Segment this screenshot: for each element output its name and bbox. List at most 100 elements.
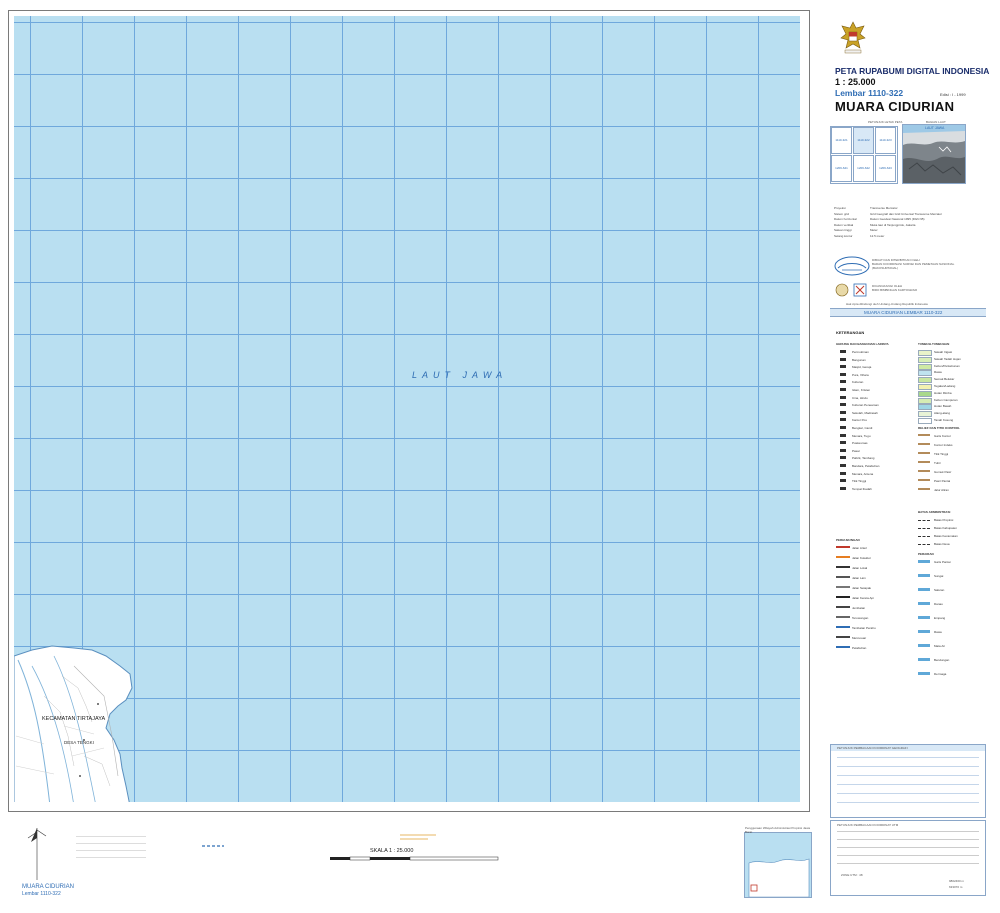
legend-col2d-item: Mata Air — [934, 644, 946, 648]
legend-symbol — [918, 644, 930, 647]
grid-line-vertical — [290, 16, 291, 802]
utm-zone: ZONE UTM : 48 — [841, 873, 863, 877]
legend-symbol — [918, 350, 932, 356]
legend-col2c-item: Batas Kabupaten — [934, 526, 958, 530]
grid-line-horizontal — [14, 126, 800, 127]
bakosurtanal-logo-icon — [834, 256, 870, 276]
grid-line-horizontal — [14, 282, 800, 283]
legend-symbol — [918, 560, 930, 563]
legend-symbol — [840, 357, 846, 361]
legend-symbol — [840, 350, 846, 353]
legend-symbol — [918, 363, 932, 370]
geo-row-line — [837, 775, 979, 776]
map-info-table: Proyeksi Transverse Mercator Sistem grid Gr… — [834, 206, 984, 240]
legend-symbol — [840, 410, 846, 414]
grid-line-horizontal — [14, 22, 800, 23]
legend-col2d-item: Rawa — [934, 630, 942, 634]
edition-label: Edisi : I - 1999 — [940, 92, 966, 97]
province-locator-map — [744, 832, 812, 898]
legend-symbol — [840, 380, 846, 384]
sea-label: LAUT JAWA — [412, 370, 508, 380]
legend-col2-item: Tanah Kosong — [934, 418, 954, 422]
info-value: Datum Geodesi Nasional 1995 (DGN 95) — [870, 217, 925, 221]
legend-col1-item: Islam, Kristen — [852, 388, 871, 392]
index-cell: 1110-323 — [875, 127, 896, 154]
legend-col1-item: Tempat Ibadah — [852, 486, 872, 491]
geo-panel-header: PETUNJUK PEMBACAAN KOORDINAT GEOGRAFI — [831, 745, 985, 751]
legend-symbol — [918, 672, 930, 675]
legend-symbol — [918, 527, 930, 529]
grid-line-horizontal — [14, 490, 800, 491]
footer-band: MUARA CIDURIAN LEMBAR 1110-322 — [830, 308, 986, 317]
info-value: Meter — [870, 228, 878, 232]
legend-col1-item: Pabrik, Tambang — [852, 456, 875, 461]
legend-symbol — [918, 377, 932, 384]
legend-col2-item: Kebun/Perkebunan — [934, 363, 960, 368]
legend-symbol — [918, 630, 930, 633]
village-label: DESA TENGKI — [64, 740, 94, 745]
grid-line-horizontal — [14, 438, 800, 439]
legend-col2-item: Sawah Irigasi — [934, 350, 953, 354]
legend-symbol — [840, 388, 846, 391]
index-cell: 1110-322 — [853, 127, 874, 154]
province-box-note: Penggunaan Wilayah Administrasi Propinsi… — [745, 826, 811, 834]
legend-col1-item: Titik Tinggi — [852, 479, 867, 484]
legend-col2b-item: Pasir Pantai — [934, 479, 951, 483]
declination-line-1 — [76, 832, 146, 837]
index-cell: 1110-321 — [831, 127, 852, 154]
legend-col1-item: Masjid, Gereja — [852, 365, 872, 370]
legend-symbol — [918, 356, 932, 363]
utm-row-line — [837, 839, 979, 840]
grid-line-vertical — [342, 16, 343, 802]
legend-col2d-item: Saluran — [934, 588, 945, 592]
district-label: KECAMATAN TIRTAJAYA — [42, 716, 106, 722]
legend-title: KETERANGAN — [836, 330, 865, 335]
map-scale: 1 : 25.000 — [835, 77, 876, 87]
index-cell: 1209-641 — [831, 155, 852, 182]
legend-symbol — [918, 390, 932, 397]
info-row: Datum horizontal Datum Geodesi Nasional 1… — [834, 217, 925, 221]
utm-value-2: 633070 m — [949, 885, 963, 889]
legend-symbol — [840, 433, 846, 437]
grid-line-vertical — [238, 16, 239, 802]
grid-line-horizontal — [14, 386, 800, 387]
legend-col2d-item: Danau — [934, 602, 943, 606]
legend-symbol — [918, 470, 930, 472]
info-row: Selang kontur 12.5 meter — [834, 234, 884, 238]
legend-symbol — [836, 606, 850, 608]
sheet-index-grid: 1110-321 1110-322 1110-323 1209-641 1209-642… — [830, 126, 898, 184]
legend-symbol — [918, 384, 932, 390]
inset-sea-label: LAUT JAWA — [925, 126, 945, 130]
grid-line-vertical — [602, 16, 603, 802]
legend-col1b-item: Jembatan — [852, 606, 866, 610]
declination-line-4 — [76, 853, 146, 858]
legend: GEDUNG DAN BANGUNAN LAINNYA Permukiman Ban… — [836, 338, 986, 710]
map-area[interactable]: LAUT JAWA KECAMATAN TIRTAJAYA DESA TENGK… — [14, 16, 800, 802]
legend-symbol — [836, 636, 850, 638]
publisher-2b: BIRO BIMBINGAN KARTOGRAFI — [872, 288, 918, 292]
legend-col1b-item: Terowongan — [852, 616, 869, 620]
legend-symbol — [836, 646, 850, 648]
legend-symbol — [840, 426, 846, 429]
legend-col1-item: Kantor Pos — [852, 418, 867, 423]
info-label: Datum horizontal — [834, 217, 857, 221]
legend-symbol — [840, 372, 846, 376]
legend-symbol — [918, 535, 930, 537]
legend-symbol — [918, 397, 932, 404]
grid-line-horizontal — [14, 594, 800, 595]
legend-col2-item: Hutan Basah — [934, 404, 952, 409]
legend-col2-item: Alang-alang — [934, 411, 951, 416]
declination-line-3 — [76, 846, 146, 851]
road-symbol-icon — [202, 845, 224, 847]
legend-col2b-item: Garis Kontur — [934, 434, 951, 438]
legend-col1-item: Kuburan Peneaman — [852, 403, 879, 408]
north-arrow-icon — [27, 828, 47, 880]
scale-bar — [330, 856, 499, 861]
utm-row-line — [837, 831, 979, 832]
legend-col1b-item: Jalan Setapak — [852, 586, 872, 590]
legend-col1b-item: Tambatan Perahu — [852, 626, 876, 630]
legend-col2-item: Rawa — [934, 370, 942, 375]
legend-col2c-heading: BATAS ADMINISTRASI — [918, 510, 951, 514]
legend-col2-heading: TUMBUH-TUMBUHAN — [918, 342, 950, 346]
geo-row-line — [837, 784, 979, 785]
